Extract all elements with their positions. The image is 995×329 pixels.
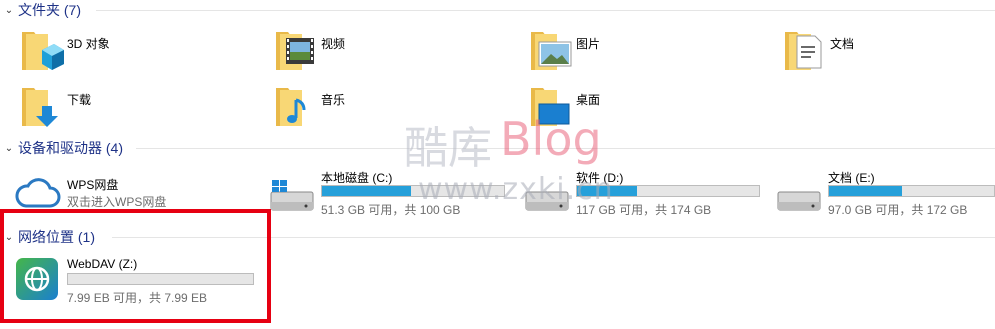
windows-drive-icon xyxy=(270,178,316,217)
folder-label: 桌面 xyxy=(576,93,601,107)
wps-name: WPS网盘 xyxy=(67,178,119,192)
folder-label: 音乐 xyxy=(321,93,346,107)
section-header-devices[interactable]: ⌄ 设备和驱动器 (4) xyxy=(0,138,995,158)
wps-desc: 双击进入WPS网盘 xyxy=(67,195,167,209)
folder-item-music[interactable]: 音乐 xyxy=(272,82,345,130)
folder-item-downloads[interactable]: 下载 xyxy=(18,82,91,130)
drive-usage-bar xyxy=(576,185,760,197)
drive-space: 51.3 GB 可用，共 100 GB xyxy=(321,203,461,217)
section-title-devices: 设备和驱动器 (4) xyxy=(18,140,123,156)
folder-label: 文档 xyxy=(830,37,855,51)
hard-drive-icon xyxy=(525,178,571,217)
chevron-down-icon[interactable]: ⌄ xyxy=(0,143,18,154)
videos-folder-icon xyxy=(272,26,320,74)
drive-name: 文档 (E:) xyxy=(828,171,875,185)
folder-item-3d-objects[interactable]: 3D 对象 xyxy=(18,26,110,74)
divider xyxy=(96,10,995,11)
drive-space: 97.0 GB 可用，共 172 GB xyxy=(828,203,968,217)
wps-cloud-item[interactable]: WPS网盘 双击进入WPS网盘 xyxy=(14,170,254,214)
drive-usage-bar xyxy=(828,185,995,197)
downloads-folder-icon xyxy=(18,82,66,130)
hard-drive-icon xyxy=(777,178,823,217)
folder-item-videos[interactable]: 视频 xyxy=(272,26,345,74)
drive-usage-fill xyxy=(829,186,902,196)
drive-space: 117 GB 可用，共 174 GB xyxy=(576,203,712,217)
desktop-folder-icon xyxy=(527,82,575,130)
drive-usage-fill xyxy=(577,186,638,196)
drive-d[interactable]: 软件 (D:) 117 GB 可用，共 174 GB xyxy=(525,166,775,218)
music-folder-icon xyxy=(272,82,320,130)
drive-c[interactable]: 本地磁盘 (C:) 51.3 GB 可用，共 100 GB xyxy=(270,166,520,218)
drive-name: 软件 (D:) xyxy=(576,171,624,185)
documents-folder-icon xyxy=(781,26,829,74)
drive-e[interactable]: 文档 (E:) 97.0 GB 可用，共 172 GB xyxy=(777,166,995,218)
section-title-folders: 文件夹 (7) xyxy=(18,2,81,18)
section-header-folders[interactable]: ⌄ 文件夹 (7) xyxy=(0,0,995,20)
divider xyxy=(136,148,995,149)
3d-objects-folder-icon xyxy=(18,26,66,74)
folder-label: 3D 对象 xyxy=(67,37,110,51)
folder-item-desktop[interactable]: 桌面 xyxy=(527,82,600,130)
folder-item-documents[interactable]: 文档 xyxy=(781,26,854,74)
folder-label: 下载 xyxy=(67,93,92,107)
folder-label: 图片 xyxy=(576,37,601,51)
drive-name: 本地磁盘 (C:) xyxy=(321,171,393,185)
chevron-down-icon[interactable]: ⌄ xyxy=(0,5,18,16)
folder-item-pictures[interactable]: 图片 xyxy=(527,26,600,74)
folder-label: 视频 xyxy=(321,37,346,51)
pictures-folder-icon xyxy=(527,26,575,74)
drive-usage-fill xyxy=(322,186,412,196)
highlight-box xyxy=(0,209,271,323)
drive-usage-bar xyxy=(321,185,505,197)
